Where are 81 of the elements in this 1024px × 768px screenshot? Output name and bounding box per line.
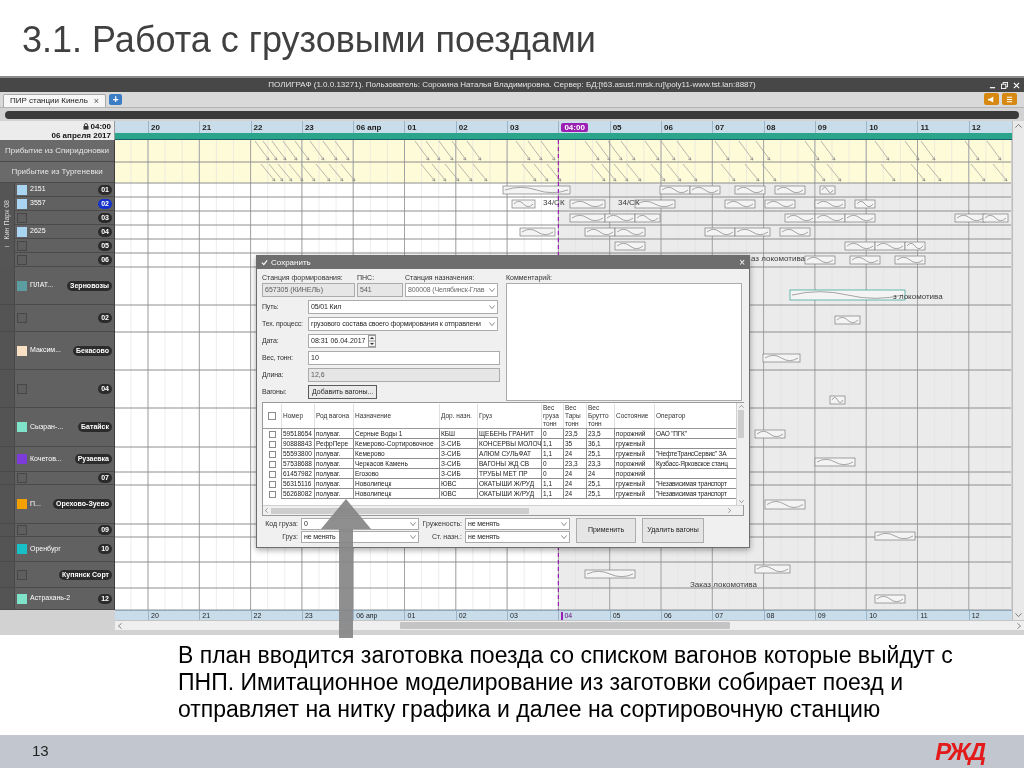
- chevron-down-icon: [561, 522, 567, 526]
- date-text: 06 апреля 2017: [51, 130, 111, 140]
- hour-label: 01: [407, 122, 417, 132]
- arrival-row-header[interactable]: Прибытие из Тургеневки: [0, 162, 114, 183]
- hour-label: 03: [510, 122, 519, 132]
- row-checkbox[interactable]: [268, 470, 276, 478]
- close-button[interactable]: ×: [739, 257, 745, 268]
- collapse-toggle[interactable]: –: [4, 241, 10, 250]
- chevron-down-icon: [738, 500, 744, 503]
- dialog-title: Сохранить: [271, 256, 311, 269]
- empty-swatch-icon: [17, 383, 27, 394]
- row-checkbox[interactable]: [268, 430, 276, 438]
- chevron-down-icon: [410, 522, 416, 526]
- row-checkbox[interactable]: [268, 480, 276, 488]
- lock-icon: [82, 122, 89, 130]
- row-checkbox[interactable]: [268, 490, 276, 498]
- slide-title: 3.1. Работа с грузовыми поездами: [22, 20, 596, 60]
- empty-swatch-icon: [17, 212, 27, 223]
- row-checkbox[interactable]: [268, 440, 276, 448]
- close-icon[interactable]: [1013, 81, 1020, 89]
- scrollbar-thumb[interactable]: [738, 410, 744, 438]
- tab[interactable]: ПИР станции Кинель ×: [3, 94, 107, 107]
- empty-swatch-icon: [17, 313, 27, 323]
- chevron-right-icon: [1017, 622, 1021, 629]
- table-vertical-scrollbar[interactable]: [736, 403, 745, 505]
- chart-label: аз локомотива: [751, 254, 805, 263]
- hour-label: 10: [869, 122, 879, 132]
- row-checkbox[interactable]: [268, 460, 276, 468]
- chevron-down-icon: [410, 535, 416, 539]
- row-checkbox[interactable]: [268, 450, 276, 458]
- chevron-down-icon: [489, 305, 495, 309]
- chevron-down-icon: [561, 535, 567, 539]
- empty-swatch-icon: [17, 569, 27, 580]
- chart-label: 34/СК: [543, 198, 565, 207]
- stepper-icon[interactable]: [367, 335, 376, 347]
- scrollbar-thumb[interactable]: [271, 507, 529, 514]
- select-all-checkbox[interactable]: [268, 412, 276, 420]
- chevron-down-icon: [489, 288, 495, 292]
- chevron-left-icon: [265, 508, 268, 513]
- window-title: ПОЛИГРАФ (1.0.0.13271). Пользователь: Сорокина Наталья Владимировна. Сервер: БД:[t63.asust.mrsk.ru]\poly11-www.tst.lan:8887): [268, 79, 756, 91]
- hour-label: 06: [663, 122, 673, 132]
- hour-label: 20: [151, 122, 160, 132]
- chart-label: 34/СК: [618, 198, 640, 207]
- megaphone-icon: [987, 95, 996, 103]
- hour-label: 23: [304, 122, 314, 132]
- chevron-down-icon: [489, 322, 495, 326]
- current-time-text: 04:00: [90, 121, 111, 131]
- scrollbar-thumb[interactable]: [400, 622, 730, 629]
- chart-label: з локомотива: [893, 292, 943, 301]
- chevron-right-icon: [728, 508, 731, 513]
- description-text: В план вводится заготовка поезда со списком вагонов которые выйдут с ПНП. Имитационное моделирование из заготовки собирает поезд и отправляет на нитку графика и далее на сортировочную станцию: [178, 642, 954, 723]
- page-number: 13: [32, 741, 49, 762]
- chevron-up-icon: [738, 405, 744, 408]
- empty-swatch-icon: [17, 254, 27, 265]
- arrival-row-header[interactable]: Прибытие из Спиридоновки: [0, 140, 114, 162]
- hour-label: 05: [612, 122, 622, 132]
- table-horizontal-scrollbar[interactable]: [263, 505, 743, 515]
- check-icon: [261, 259, 268, 266]
- current-time-badge: 04:00: [561, 122, 588, 132]
- hour-label: 06 апр: [356, 122, 382, 132]
- empty-swatch-icon: [17, 240, 27, 251]
- hour-label: 09: [817, 122, 827, 132]
- chevron-left-icon: [118, 622, 122, 629]
- horizontal-scrollbar[interactable]: [115, 620, 1024, 630]
- restore-icon[interactable]: [1001, 81, 1008, 89]
- add-tab-button[interactable]: +: [109, 94, 123, 105]
- chevron-down-icon: [1015, 613, 1022, 617]
- company-logo: РЖД: [935, 737, 984, 766]
- comment-field[interactable]: [506, 283, 742, 401]
- hour-label: 07: [715, 122, 725, 132]
- hour-label: 11: [920, 122, 929, 132]
- hour-label: 22: [253, 122, 263, 132]
- chevron-up-icon: [1015, 124, 1022, 128]
- hour-label: 02: [458, 122, 468, 132]
- hour-label: 12: [971, 122, 981, 132]
- tab-close-button[interactable]: ×: [93, 96, 100, 106]
- hour-label: 08: [766, 122, 776, 132]
- chart-label: Заказ локомотива: [690, 580, 757, 589]
- vertical-scrollbar[interactable]: [1012, 121, 1024, 620]
- list-icon: [1006, 95, 1013, 103]
- hour-label: 21: [202, 122, 212, 132]
